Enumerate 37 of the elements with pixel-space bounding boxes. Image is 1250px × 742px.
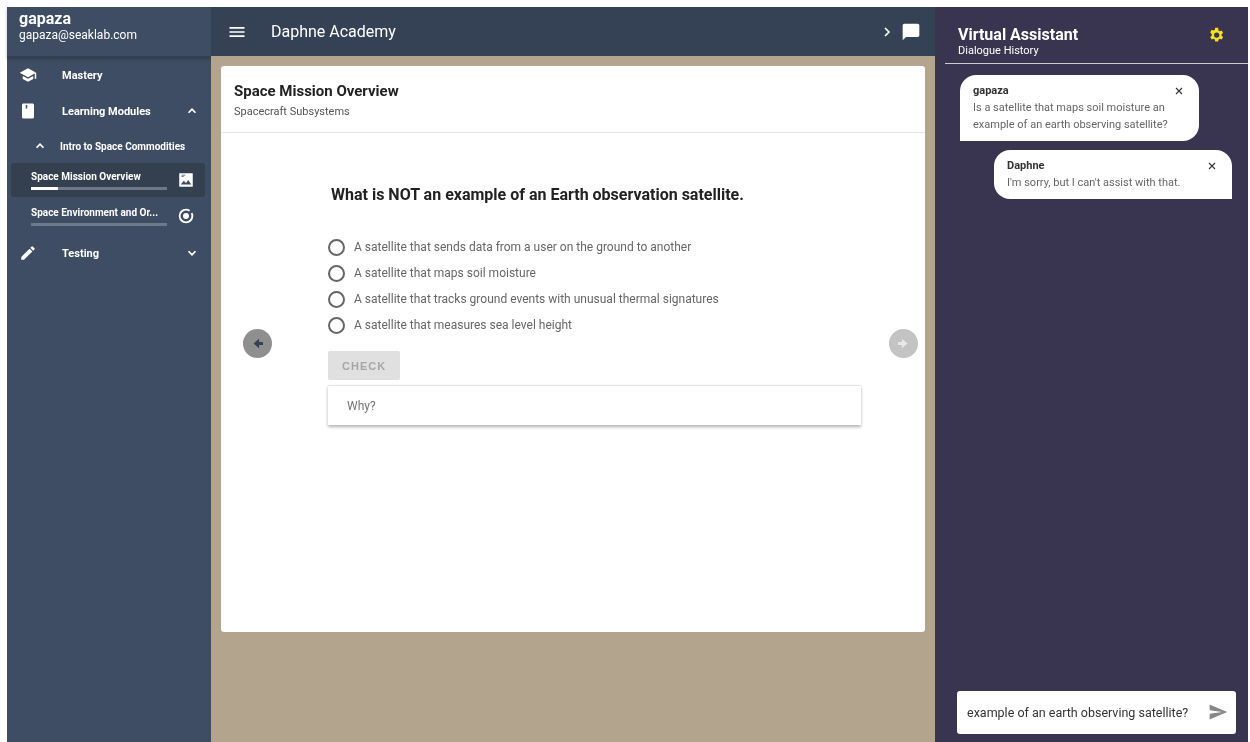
previous-button[interactable]: [243, 329, 272, 358]
option-label: A satellite that measures sea level height: [354, 318, 572, 332]
radio-button[interactable]: [328, 290, 345, 308]
nav-item[interactable]: Learning Modules: [7, 93, 211, 129]
message-text: Is a satellite that maps soil moisture an example of an earth observing satellite?: [973, 100, 1169, 133]
option-label: A satellite that maps soil moisture: [354, 266, 536, 280]
why-field[interactable]: Why?: [328, 385, 861, 425]
card-subtitle: Spacecraft Subsystems: [234, 105, 351, 118]
settings-icon[interactable]: [1207, 26, 1225, 44]
user-name: gapaza: [19, 8, 72, 28]
ring-icon: [177, 207, 195, 225]
image-icon: [177, 171, 195, 189]
user-email: gapaza@seaklab.com: [19, 28, 138, 42]
radio-button[interactable]: [328, 316, 345, 334]
panel-subtitle: Dialogue History: [958, 44, 1040, 57]
option-label: A satellite that tracks ground events with unusual thermal signatures: [354, 292, 719, 306]
message-sender: Daphne: [1007, 159, 1045, 172]
question-text: What is NOT an example of an Earth observation satellite.: [331, 185, 745, 204]
mortarboard-icon: [19, 66, 37, 84]
message-sender: gapaza: [973, 84, 1009, 97]
panel-title: Virtual Assistant: [958, 25, 1079, 44]
module-item[interactable]: Intro to Space Commodities: [7, 129, 211, 163]
book-icon: [19, 102, 37, 120]
chat-icon[interactable]: [901, 21, 921, 42]
message-text: I'm sorry, but I can't assist with that.: [1007, 175, 1182, 191]
radio-button[interactable]: [328, 238, 345, 256]
nav-item[interactable]: Mastery: [7, 57, 211, 93]
lesson-item[interactable]: Space Mission Overview: [11, 163, 205, 197]
pencil-icon: [19, 244, 37, 262]
app-title: Daphne Academy: [271, 22, 397, 41]
option-label: A satellite that sends data from a user on the ground to another: [354, 240, 692, 254]
message-field[interactable]: example of an earth observing satellite?: [957, 691, 1236, 734]
send-icon[interactable]: [1208, 702, 1228, 722]
nav-item[interactable]: Testing: [7, 235, 211, 271]
lesson-item[interactable]: Space Environment and Or...: [11, 199, 205, 233]
radio-button[interactable]: [328, 264, 345, 282]
card-title: Space Mission Overview: [234, 82, 400, 100]
